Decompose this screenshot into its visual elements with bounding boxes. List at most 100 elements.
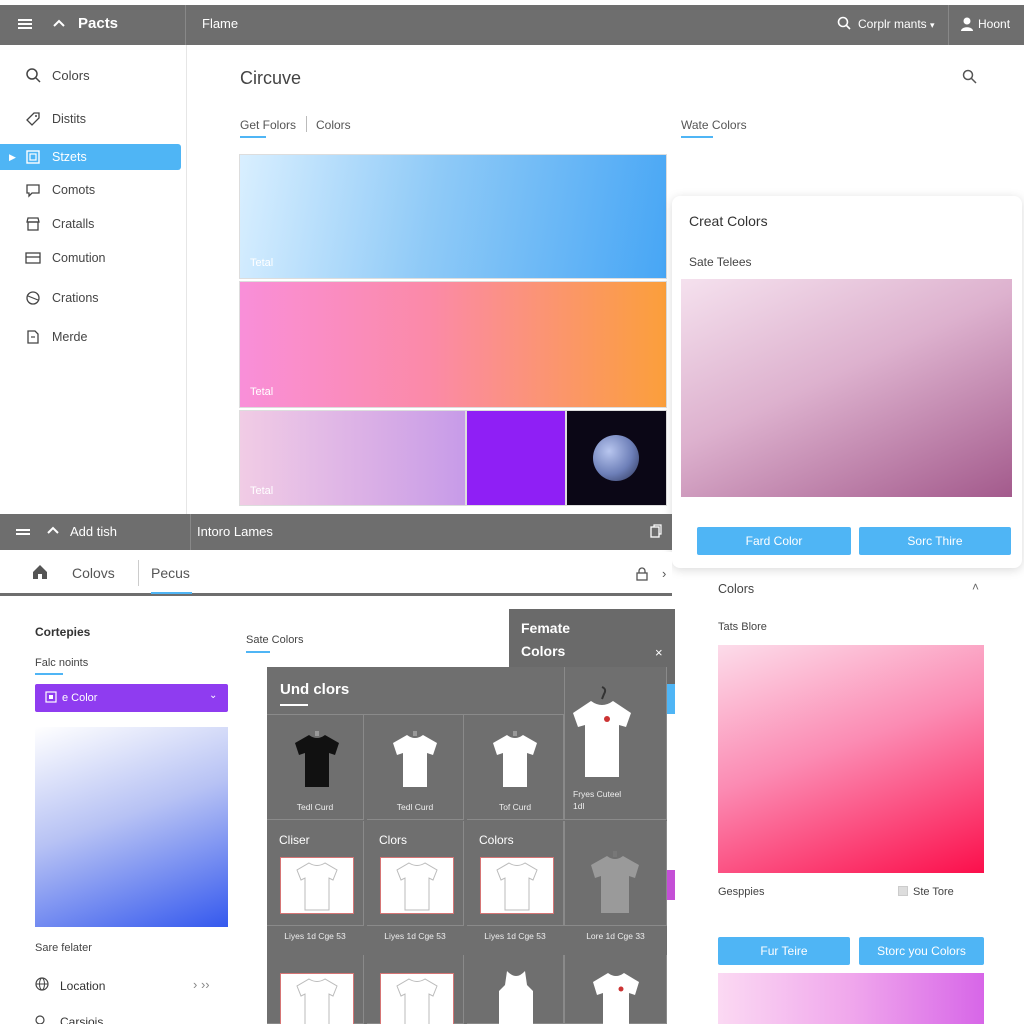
panel-title: Cortepies — [35, 625, 91, 639]
grid-cell-tedl-curd-black[interactable]: Tedl Curd — [267, 715, 364, 820]
user-name[interactable]: Hoont — [978, 17, 1010, 31]
chevron-right-icon[interactable]: › — [662, 566, 666, 581]
grid-cell-row3-1[interactable] — [267, 955, 364, 1024]
sidebar-item-comots[interactable]: Comots — [0, 177, 181, 203]
color-swatch-blue[interactable]: Tetal — [239, 154, 667, 279]
last-label[interactable]: Carsiois — [60, 1015, 103, 1024]
sidebar-item-label: Cratalls — [52, 217, 95, 231]
grid-cell-row3-2[interactable] — [367, 955, 464, 1024]
sidebar-item-distits[interactable]: Distits — [0, 106, 181, 132]
shirt-icon — [491, 731, 539, 791]
location-label[interactable]: Location — [60, 979, 105, 993]
violet-gradient-preview[interactable] — [718, 973, 984, 1024]
pink-gradient-preview[interactable] — [718, 645, 984, 873]
clothing-grid-panel: Und clors Tedl Curd Tedl Curd Tof Curd F… — [267, 667, 667, 1024]
top-bar: Pacts Flame Corplr mants ▾ Hoont — [0, 5, 1024, 45]
color-swatch-pink-orange[interactable]: Tetal — [239, 281, 667, 408]
grid-cell-clors[interactable]: Clors Liyes 1d Cge 53 — [367, 821, 464, 941]
menu-icon[interactable] — [16, 525, 30, 539]
sidebar: Colors Distits ▶ Stzets Comots Cratalls … — [0, 45, 187, 515]
grid-cell-row3-3[interactable] — [467, 955, 564, 1024]
shirt-frame — [280, 857, 354, 914]
grid-cell-fryes-cuteel[interactable]: Fryes Cuteel 1dl — [564, 667, 667, 820]
checkbox[interactable] — [898, 886, 908, 896]
grid-cell-row3-4[interactable] — [564, 955, 667, 1024]
color-swatch-violet[interactable] — [466, 410, 566, 506]
tab-divider — [138, 560, 139, 586]
store-colors-button[interactable]: Storc you Colors — [859, 937, 984, 965]
sidebar-item-cratalls[interactable]: Cratalls — [0, 211, 181, 237]
grid-cell-tedl-curd-white[interactable]: Tedl Curd — [367, 715, 464, 820]
sidebar-item-label: Stzets — [52, 150, 87, 164]
shirt-icon — [589, 851, 641, 917]
user-icon[interactable] — [960, 16, 974, 32]
swatch-label: Tetal — [250, 485, 274, 497]
right-caption-right: Ste Tore — [913, 886, 954, 898]
tab-colovs[interactable]: Colovs — [72, 565, 115, 581]
search-dropdown[interactable]: Corplr mants ▾ — [858, 17, 935, 31]
grid-cell-tof-curd[interactable]: Tof Curd — [467, 715, 564, 820]
grid-cell-colors[interactable]: Colors Liyes 1d Cge 53 — [467, 821, 564, 941]
cell-header: Colors — [479, 833, 514, 847]
copy-icon[interactable] — [650, 524, 662, 538]
tab-underline — [246, 651, 270, 653]
grid-caption: 1dl — [573, 801, 585, 811]
search-dropdown-label: Corplr mants — [858, 17, 927, 31]
chevron-up-icon[interactable]: ˄ — [972, 580, 979, 594]
grid-caption: Lore 1d Cge 33 — [586, 931, 645, 941]
grid-caption: Tedl Curd — [296, 802, 334, 812]
chevron-right-icon[interactable]: › ›› — [193, 977, 210, 992]
search-icon[interactable] — [837, 16, 851, 30]
grid-title-underline — [280, 704, 308, 706]
grid-cell-cliser[interactable]: Cliser Liyes 1d Cge 53 — [267, 821, 364, 941]
color-select[interactable]: e Color ⌄ — [35, 684, 228, 712]
swatch-label: Tetal — [250, 257, 274, 269]
document-icon — [25, 329, 41, 345]
chevron-up-icon[interactable] — [46, 524, 60, 538]
grid-cell-grey-shirt[interactable]: Lore 1d Cge 33 — [564, 821, 667, 941]
color-swatch-dark[interactable] — [566, 410, 667, 506]
sidebar-item-label: Comution — [52, 251, 106, 265]
color-swatch-lavender[interactable]: Tetal — [239, 410, 466, 506]
chevron-down-icon: ⌄ — [209, 690, 218, 701]
second-window-bar: Add tish Intoro Lames — [0, 514, 672, 550]
chevron-up-icon[interactable] — [51, 16, 67, 32]
sidebar-item-label: Merde — [52, 330, 88, 344]
cell-header: Clors — [379, 833, 408, 847]
tab-underline — [151, 592, 192, 594]
sorc-thire-button[interactable]: Sorc Thire — [859, 527, 1011, 555]
cell-header: Cliser — [279, 833, 310, 847]
hanger-shirt-icon — [571, 685, 633, 781]
right-caption-left: Gesppies — [718, 886, 765, 898]
fard-color-button[interactable]: Fard Color — [697, 527, 851, 555]
lock-icon[interactable] — [636, 567, 648, 581]
sidebar-item-merde[interactable]: Merde — [0, 324, 181, 350]
image-icon — [25, 149, 41, 165]
sidebar-item-label: Colors — [52, 67, 90, 83]
app-title: Pacts — [78, 15, 119, 32]
search-icon[interactable] — [962, 69, 977, 84]
sub-label: Falc noints — [35, 657, 89, 669]
home-icon[interactable] — [32, 564, 48, 580]
tab-get-folors[interactable]: Get Folors — [240, 118, 296, 132]
sidebar-item-colors[interactable]: Colors — [0, 62, 181, 88]
accent-strip — [667, 684, 675, 714]
window2-center-label: Intoro Lames — [197, 524, 273, 539]
sidebar-item-stzets[interactable]: ▶ Stzets — [0, 144, 181, 170]
gradient-picker[interactable] — [35, 727, 228, 927]
circle-icon — [25, 290, 41, 306]
gradient-preview[interactable] — [681, 279, 1012, 497]
sidebar-item-crations[interactable]: Crations — [0, 285, 181, 311]
tab-pecus[interactable]: Pecus — [151, 565, 190, 581]
window2-title: Add tish — [70, 524, 117, 539]
shirt-frame — [380, 973, 454, 1024]
tab-wate-colors[interactable]: Wate Colors — [681, 118, 747, 132]
fur-teire-button[interactable]: Fur Teire — [718, 937, 850, 965]
shirt-frame — [380, 857, 454, 914]
close-icon[interactable]: × — [655, 645, 663, 660]
sidebar-item-comution[interactable]: Comution — [0, 245, 181, 271]
globe-icon — [35, 977, 49, 991]
menu-icon[interactable] — [17, 16, 33, 32]
tab-colors[interactable]: Colors — [316, 118, 351, 132]
caret-right-icon: ▶ — [9, 151, 16, 162]
